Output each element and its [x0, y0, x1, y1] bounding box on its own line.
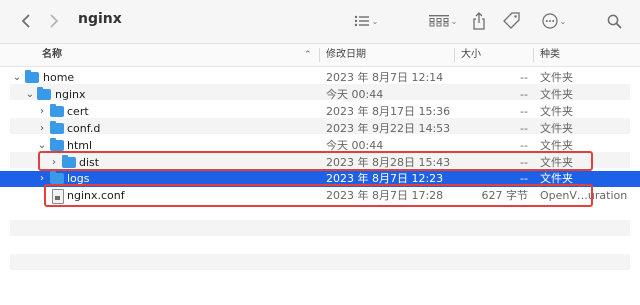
more-actions-button[interactable]: ⌄	[537, 10, 571, 32]
folder-icon	[50, 104, 64, 117]
disclosure-collapsed-icon[interactable]: ›	[37, 121, 47, 137]
file-kind: 文件夹	[540, 88, 573, 101]
ellipsis-circle-icon	[542, 13, 558, 29]
group-button[interactable]: ⌄	[426, 10, 460, 32]
file-name: cert	[67, 105, 89, 118]
folder-icon	[25, 70, 39, 83]
row-stripe	[10, 254, 630, 270]
disclosure-expanded-icon[interactable]: ⌄	[25, 87, 35, 103]
column-header: 名称 ⌃ 修改日期 大小 种类	[0, 44, 640, 67]
share-icon	[473, 12, 485, 30]
name-column-header[interactable]: 名称	[42, 44, 62, 66]
list-item-home[interactable]: ⌄ home 2023 年 8月7日 12:14 -- 文件夹	[0, 70, 640, 86]
column-divider[interactable]	[454, 48, 455, 62]
file-name: home	[43, 71, 75, 84]
sort-chevron-up-icon: ⌃	[304, 50, 312, 60]
chevron-right-icon	[50, 14, 59, 28]
list-item-cert[interactable]: › cert 2023 年 8月17日 15:36 -- 文件夹	[0, 104, 640, 120]
toolbar: nginx ⌄ ⌄ ⌄	[0, 0, 640, 44]
file-size: --	[520, 122, 528, 135]
file-size: --	[520, 71, 528, 84]
window-title: nginx	[78, 11, 122, 27]
chevron-down-icon: ⌄	[559, 16, 567, 26]
file-kind: 文件夹	[540, 105, 573, 118]
disclosure-collapsed-icon[interactable]: ›	[37, 104, 47, 120]
file-size: --	[520, 105, 528, 118]
tag-icon	[503, 12, 520, 29]
search-icon	[607, 14, 622, 29]
modified-date: 今天 00:44	[326, 88, 384, 101]
folder-icon	[50, 138, 64, 151]
folder-icon	[37, 87, 51, 100]
chevron-down-icon: ⌄	[450, 16, 458, 26]
folder-icon	[50, 121, 64, 134]
kind-column-header[interactable]: 种类	[540, 44, 560, 66]
search-button[interactable]	[604, 10, 624, 32]
list-item-conf-d[interactable]: › conf.d 2023 年 9月22日 14:53 -- 文件夹	[0, 121, 640, 137]
forward-button[interactable]	[46, 10, 62, 32]
group-grid-icon	[428, 15, 449, 27]
highlight-box	[44, 184, 593, 207]
view-mode-button[interactable]: ⌄	[352, 10, 380, 32]
row-stripe	[10, 220, 630, 236]
finder-window: nginx ⌄ ⌄ ⌄ 名称 ⌃ 修改日期 大小 种类 ⌄ home 2023 …	[0, 0, 640, 305]
folder-icon	[50, 171, 64, 184]
share-button[interactable]	[470, 10, 488, 32]
tag-button[interactable]	[502, 10, 522, 32]
file-kind: 文件夹	[540, 122, 573, 135]
file-kind: 文件夹	[540, 71, 573, 84]
list-view-icon	[354, 15, 369, 27]
size-column-header[interactable]: 大小	[461, 44, 481, 66]
chevron-down-icon: ⌄	[371, 16, 379, 26]
disclosure-expanded-icon[interactable]: ⌄	[12, 70, 22, 86]
list-item-nginx[interactable]: ⌄ nginx 今天 00:44 -- 文件夹	[0, 87, 640, 103]
chevron-left-icon	[21, 14, 30, 28]
back-button[interactable]	[18, 10, 34, 32]
column-divider[interactable]	[533, 48, 534, 62]
highlight-box	[38, 151, 593, 171]
date-column-header[interactable]: 修改日期	[326, 44, 366, 66]
file-name: conf.d	[67, 122, 101, 135]
file-name: nginx	[55, 88, 86, 101]
column-divider[interactable]	[319, 48, 320, 62]
file-size: --	[520, 88, 528, 101]
